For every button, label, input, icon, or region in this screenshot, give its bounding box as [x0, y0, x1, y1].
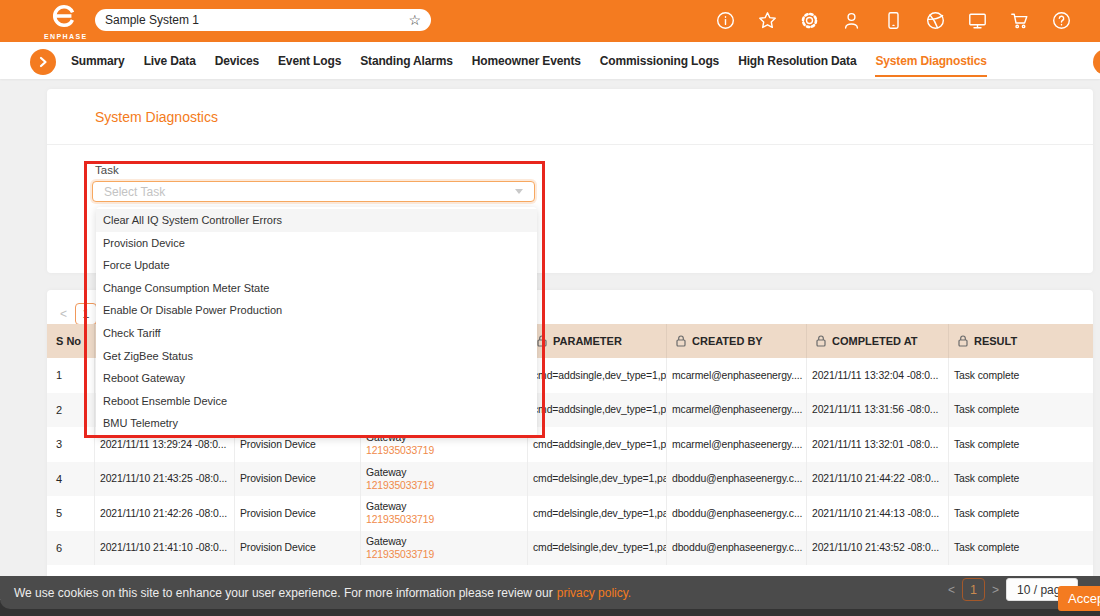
header-icon-bar	[716, 11, 1071, 30]
divider	[47, 144, 1093, 145]
nav-tab[interactable]: Commissioning Logs	[600, 42, 719, 79]
lock-icon	[816, 335, 826, 347]
table-header-cell[interactable]: PARAMETER	[527, 324, 666, 358]
display-icon[interactable]	[968, 11, 987, 30]
page-number-button[interactable]: 1	[962, 578, 985, 601]
settings-icon[interactable]	[800, 11, 819, 30]
account-icon[interactable]	[842, 11, 861, 30]
favorite-star-icon[interactable]: ☆	[408, 13, 421, 27]
app-header: ENPHASE Sample System 1 ☆	[0, 0, 1100, 42]
nav-tab[interactable]: Summary	[71, 42, 125, 79]
table-row[interactable]: 6 2021/11/10 21:41:10 -08:0... Provision…	[47, 531, 1093, 566]
device-serial-link[interactable]: 121935033719	[366, 479, 434, 492]
help-icon[interactable]	[1052, 11, 1071, 30]
table-header-cell[interactable]: RESULT	[948, 324, 1093, 358]
nav-scroll-left-button[interactable]	[30, 49, 56, 75]
nav-tab[interactable]: Homeowner Events	[472, 42, 581, 79]
prev-page-icon[interactable]: <	[60, 307, 67, 321]
device-cell: Gateway 121935033719	[360, 496, 527, 531]
cookie-message: We use cookies on this site to enhance y…	[14, 586, 553, 600]
system-search-input[interactable]: Sample System 1 ☆	[95, 9, 431, 31]
prev-page-icon[interactable]: <	[948, 583, 955, 597]
search-value: Sample System 1	[105, 13, 408, 27]
accept-cookies-button[interactable]: Accept	[1058, 586, 1100, 611]
table-header-cell[interactable]: CREATED BY	[666, 324, 806, 358]
favorite-icon[interactable]	[758, 11, 777, 30]
info-icon[interactable]	[716, 11, 735, 30]
device-serial-link[interactable]: 121935033719	[366, 513, 434, 526]
annotation-highlight-box	[84, 161, 545, 438]
nav-tab[interactable]: Standing Alarms	[360, 42, 453, 79]
device-serial-link[interactable]: 121935033719	[366, 548, 434, 561]
table-header-cell[interactable]: COMPLETED AT	[806, 324, 948, 358]
nav-tab[interactable]: System Diagnostics	[875, 42, 986, 79]
system-tabs: Summary Live Data Devices Event Logs Standin…	[71, 42, 987, 79]
next-page-icon[interactable]: >	[992, 583, 999, 597]
table-row[interactable]: 5 2021/11/10 21:42:26 -08:0... Provision…	[47, 496, 1093, 531]
device-cell: Gateway 121935033719	[360, 531, 527, 566]
nav-tab[interactable]: Event Logs	[278, 42, 341, 79]
brand-text: ENPHASE	[44, 33, 84, 40]
community-icon[interactable]	[926, 11, 945, 30]
enphase-logo-icon	[51, 3, 77, 29]
lock-icon	[676, 335, 686, 347]
mobile-icon[interactable]	[884, 11, 903, 30]
enphase-logo[interactable]: ENPHASE	[44, 3, 84, 40]
device-serial-link[interactable]: 121935033719	[366, 444, 434, 457]
chevron-right-icon	[37, 56, 49, 68]
nav-tab[interactable]: Live Data	[144, 42, 196, 79]
privacy-policy-link[interactable]: privacy policy.	[557, 586, 631, 600]
lock-icon	[958, 335, 968, 347]
table-row[interactable]: 4 2021/11/10 21:43:25 -08:0... Provision…	[47, 462, 1093, 497]
device-cell: Gateway 121935033719	[360, 462, 527, 497]
cart-icon[interactable]	[1010, 11, 1029, 30]
nav-tab[interactable]: Devices	[215, 42, 259, 79]
system-tab-bar: Summary Live Data Devices Event Logs Standin…	[0, 42, 1100, 79]
page-title: System Diagnostics	[95, 109, 218, 125]
cookie-banner: We use cookies on this site to enhance y…	[0, 576, 1100, 609]
nav-tab[interactable]: High Resolution Data	[738, 42, 856, 79]
